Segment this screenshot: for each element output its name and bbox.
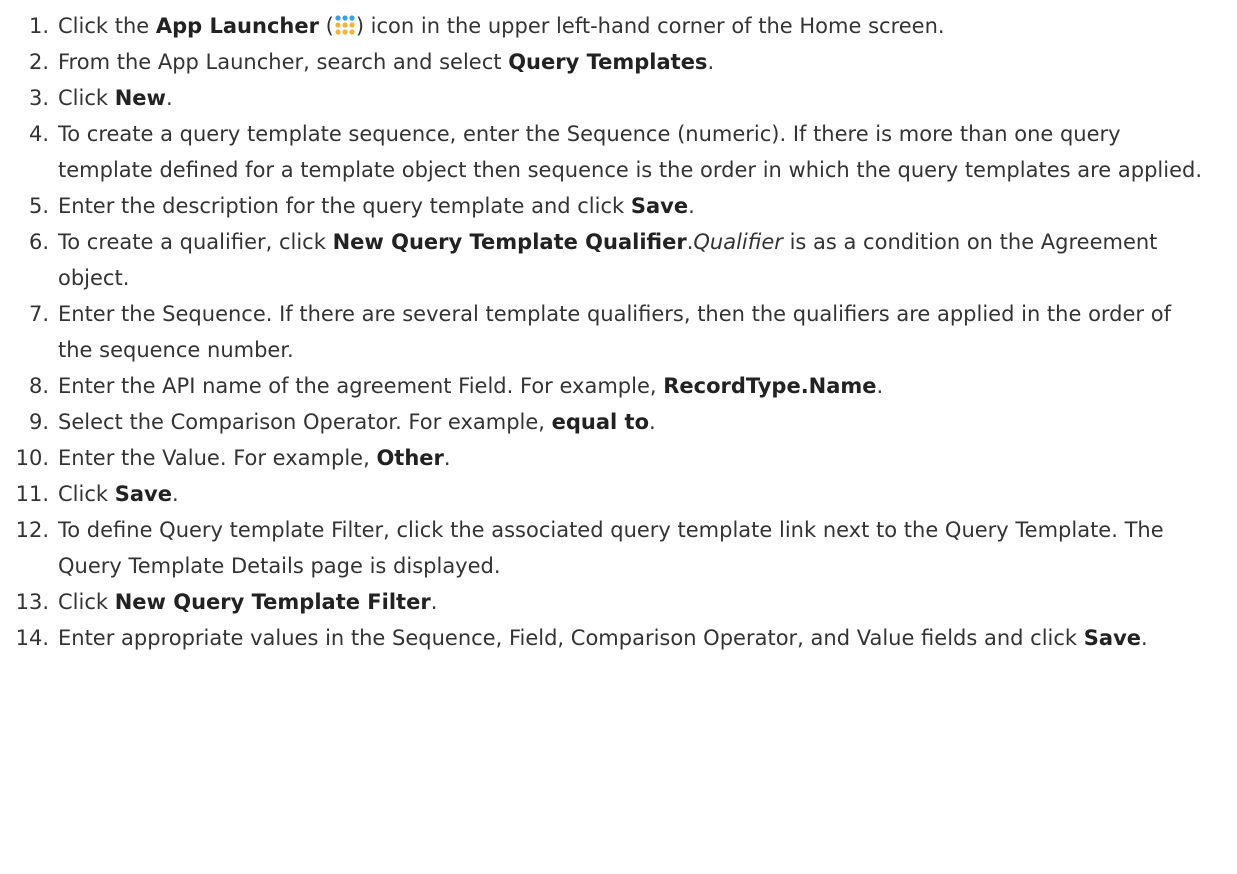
instruction-steps: 1. Click the App Launcher ( ) icon in the … <box>0 0 1237 656</box>
step-text-fragment: ( <box>318 14 334 38</box>
step-text-fragment: From the App Launcher, search and select <box>58 50 509 74</box>
step-item: 13. Click New Query Template Filter. <box>0 584 1237 620</box>
step-text-fragment: To create a qualifier, click <box>58 230 333 254</box>
ui-term: Query Templates <box>508 50 708 74</box>
ui-term: New Query Template Filter <box>114 590 431 614</box>
step-number: 1. <box>28 14 49 38</box>
step-text-fragment: . <box>171 482 179 506</box>
step-number: 10. <box>15 446 49 470</box>
step-number: 2. <box>28 50 49 74</box>
step-number: 11. <box>15 482 49 506</box>
step-text: To create a query template sequence, ent… <box>58 116 1237 188</box>
step-text-fragment: Enter the Value. For example, <box>58 446 377 470</box>
step-text-fragment: Click the <box>58 14 156 38</box>
step-item: 12. To define Query template Filter, clic… <box>0 512 1237 584</box>
step-text-fragment: Enter the API name of the agreement Fiel… <box>58 374 664 398</box>
ui-term: Other <box>376 446 444 470</box>
step-number: 5. <box>28 194 49 218</box>
step-text: Enter appropriate values in the Sequence… <box>58 620 1237 656</box>
step-text-fragment: To define Query template Filter, click t… <box>58 518 1164 578</box>
step-text-fragment: . <box>688 194 695 218</box>
step-number: 6. <box>28 230 49 254</box>
step-number: 13. <box>15 590 49 614</box>
step-number: 9. <box>28 410 49 434</box>
step-text: From the App Launcher, search and select… <box>58 44 1237 80</box>
step-number: 14. <box>15 626 49 650</box>
step-text: Click the App Launcher ( ) icon in the up… <box>58 8 1237 44</box>
step-number: 7. <box>28 302 49 326</box>
step-item: 6. To create a qualifier, click New Query… <box>0 224 1237 296</box>
step-number: 8. <box>28 374 49 398</box>
step-item: 9. Select the Comparison Operator. For ex… <box>0 404 1237 440</box>
step-text-fragment: Enter the description for the query temp… <box>58 194 631 218</box>
step-text-fragment: . <box>649 410 656 434</box>
step-item: 10. Enter the Value. For example, Other. <box>0 440 1237 476</box>
step-number: 3. <box>28 86 49 110</box>
ui-term: Save <box>1083 626 1142 650</box>
step-item: 4. To create a query template sequence, e… <box>0 116 1237 188</box>
step-text-fragment: . <box>430 590 438 614</box>
app-launcher-icon <box>334 11 356 35</box>
step-item: 2. From the App Launcher, search and sele… <box>0 44 1237 80</box>
step-item: 7. Enter the Sequence. If there are sever… <box>0 296 1237 368</box>
step-text: Click Save. <box>58 476 1237 512</box>
step-number: 12. <box>15 518 49 542</box>
step-text: Enter the API name of the agreement Fiel… <box>58 368 1237 404</box>
step-text-fragment: Click <box>58 86 115 110</box>
step-number: 4. <box>28 122 49 146</box>
step-text-fragment: Select the Comparison Operator. For exam… <box>58 410 552 434</box>
step-item: 1. Click the App Launcher ( ) icon in the … <box>0 8 1237 44</box>
step-text: Enter the Sequence. If there are several… <box>58 296 1237 368</box>
ui-term: New Query Template Qualifier <box>332 230 687 254</box>
step-text-fragment: . <box>1141 626 1148 650</box>
step-item: 3. Click New. <box>0 80 1237 116</box>
step-text: Enter the Value. For example, Other. <box>58 440 1237 476</box>
step-text: Click New Query Template Filter. <box>58 584 1237 620</box>
step-item: 11. Click Save. <box>0 476 1237 512</box>
step-text-fragment: . <box>876 374 884 398</box>
step-text-fragment: Enter the Sequence. If there are several… <box>58 302 1171 362</box>
step-text-fragment: . <box>443 446 451 470</box>
step-text-fragment: Click <box>58 590 115 614</box>
step-text: To define Query template Filter, click t… <box>58 512 1237 584</box>
step-text: Click New. <box>58 80 1237 116</box>
step-text-fragment: . <box>707 50 715 74</box>
step-text-fragment: Click <box>58 482 115 506</box>
ui-term: New <box>114 86 166 110</box>
ui-term: App Launcher <box>155 14 319 38</box>
step-item: 14. Enter appropriate values in the Seque… <box>0 620 1237 656</box>
emphasis-term: Qualifier <box>693 230 783 254</box>
step-text-fragment: To create a query template sequence, ent… <box>58 122 1202 182</box>
step-text: Enter the description for the query temp… <box>58 188 1237 224</box>
ui-term: RecordType.Name <box>663 374 877 398</box>
step-text: To create a qualifier, click New Query T… <box>58 224 1237 296</box>
step-item: 8. Enter the API name of the agreement Fi… <box>0 368 1237 404</box>
ui-term: equal to <box>551 410 650 434</box>
step-item: 5. Enter the description for the query te… <box>0 188 1237 224</box>
step-text-fragment: ) icon in the upper left-hand corner of … <box>355 14 945 38</box>
ui-term: Save <box>630 194 689 218</box>
step-text: Select the Comparison Operator. For exam… <box>58 404 1237 440</box>
ui-term: Save <box>114 482 172 506</box>
step-text-fragment: Enter appropriate values in the Sequence… <box>58 626 1084 650</box>
step-text-fragment: . <box>165 86 173 110</box>
